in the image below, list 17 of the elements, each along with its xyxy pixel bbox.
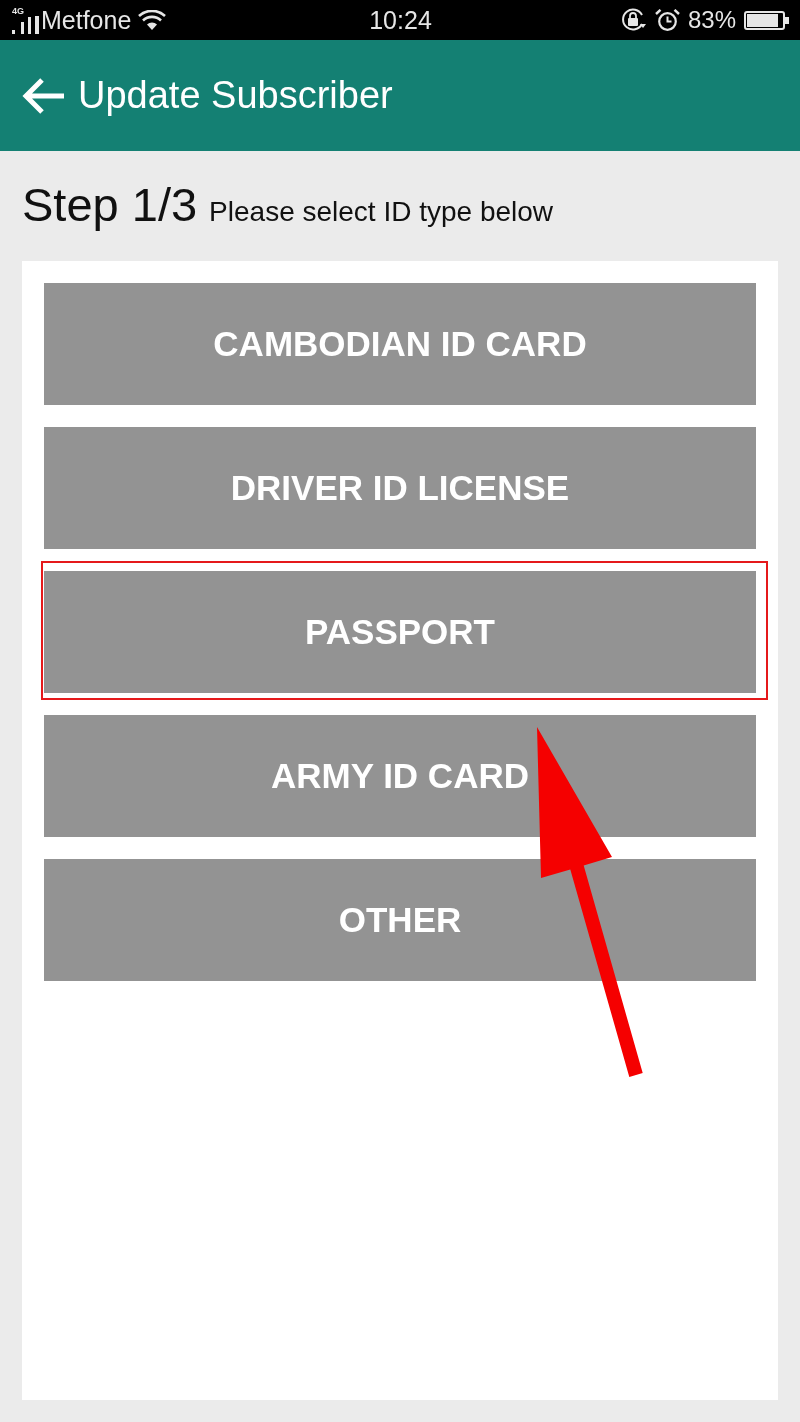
network-type: 4G (12, 6, 24, 16)
signal-icon (12, 16, 39, 34)
battery-icon (744, 10, 789, 30)
rotation-lock-icon (620, 8, 647, 32)
id-type-button[interactable]: PASSPORT (44, 571, 756, 693)
alarm-clock-icon (654, 9, 680, 31)
clock-time: 10:24 (369, 7, 432, 33)
id-type-button[interactable]: OTHER (44, 859, 756, 981)
id-type-button[interactable]: ARMY ID CARD (44, 715, 756, 837)
id-type-button[interactable]: CAMBODIAN ID CARD (44, 283, 756, 405)
wifi-icon (138, 10, 167, 30)
carrier-name: Metfone (41, 7, 132, 33)
back-icon[interactable] (22, 76, 66, 115)
battery-percent: 83% (687, 8, 736, 32)
id-type-button[interactable]: DRIVER ID LICENSE (44, 427, 756, 549)
step-instruction: Please select ID type below (209, 198, 554, 226)
screen-title: Update Subscriber (78, 74, 393, 117)
